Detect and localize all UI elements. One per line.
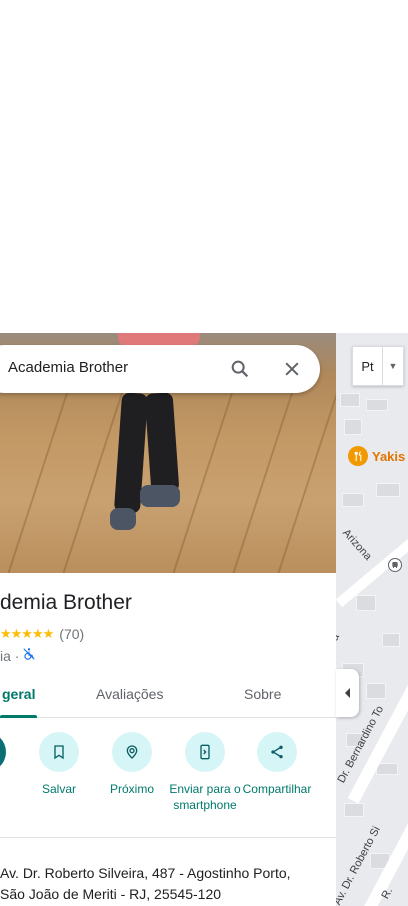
collapse-panel-button[interactable] bbox=[336, 669, 359, 717]
place-tabs: geral Avaliações Sobre bbox=[0, 673, 336, 718]
action-label: Salvar bbox=[41, 782, 76, 796]
street-label: Arizona bbox=[340, 526, 374, 563]
map-block bbox=[382, 633, 400, 647]
map-poi[interactable]: Yakis bbox=[348, 446, 405, 466]
category-row: ia · bbox=[0, 647, 36, 664]
directions-icon bbox=[0, 732, 6, 772]
photo-leg bbox=[144, 392, 180, 494]
review-count[interactable]: (70) bbox=[59, 626, 84, 642]
action-row: s Salvar Próximo Enviar para o smartphon… bbox=[0, 718, 336, 838]
action-label: Enviar para o smartphone bbox=[169, 782, 241, 812]
layers-label: Pt bbox=[353, 347, 383, 385]
nearby-icon bbox=[112, 732, 152, 772]
address-line: Av. Dr. Roberto Silveira, 487 - Agostinh… bbox=[0, 865, 291, 881]
tab-overview[interactable]: geral bbox=[2, 686, 35, 702]
photo-floor-plank bbox=[232, 373, 300, 573]
map-canvas[interactable]: Pt ▼ Yakis Arizona ia Dr. Bernardino To … bbox=[336, 333, 408, 906]
map-block bbox=[344, 419, 362, 435]
map-block bbox=[356, 595, 376, 611]
photo-floor-plank bbox=[277, 373, 336, 573]
save-button[interactable]: Salvar bbox=[19, 732, 99, 797]
map-block bbox=[342, 493, 364, 507]
poi-label: Yakis bbox=[372, 448, 406, 464]
restaurant-icon bbox=[348, 446, 368, 466]
tab-about[interactable]: Sobre bbox=[244, 686, 281, 702]
bus-stop-icon[interactable] bbox=[388, 558, 402, 572]
action-label: Próximo bbox=[109, 782, 154, 796]
map-block bbox=[344, 803, 364, 817]
map-block bbox=[366, 683, 386, 699]
chevron-left-icon bbox=[344, 688, 350, 698]
share-button[interactable]: Compartilhar bbox=[237, 732, 317, 797]
nearby-button[interactable]: Próximo bbox=[92, 732, 172, 797]
photo-shoe bbox=[140, 485, 180, 507]
send-to-phone-button[interactable]: Enviar para o smartphone bbox=[165, 732, 245, 813]
map-layers-button[interactable]: Pt ▼ bbox=[352, 346, 404, 386]
photo-floor-plank bbox=[7, 373, 75, 573]
close-icon[interactable] bbox=[278, 355, 306, 383]
wheelchair-inaccessible-icon bbox=[22, 647, 36, 664]
place-category: ia · bbox=[0, 647, 20, 664]
rating-row[interactable]: ★★★★★ (70) bbox=[0, 626, 84, 642]
chevron-down-icon[interactable]: ▼ bbox=[383, 347, 403, 385]
search-input[interactable]: Academia Brother bbox=[8, 359, 128, 376]
action-label: Compartilhar bbox=[242, 782, 312, 796]
address-line: São João de Meriti - RJ, 25545-120 bbox=[0, 886, 222, 902]
place-panel: demia Brother ★★★★★ (70) ia · geral Aval… bbox=[0, 333, 336, 906]
tab-reviews[interactable]: Avaliações bbox=[96, 686, 163, 702]
photo-floor-plank bbox=[172, 373, 240, 573]
search-box[interactable]: Academia Brother bbox=[0, 345, 320, 393]
bookmark-icon bbox=[39, 732, 79, 772]
photo-shoe bbox=[110, 508, 136, 530]
maps-window: demia Brother ★★★★★ (70) ia · geral Aval… bbox=[0, 0, 408, 906]
rating-stars: ★★★★★ bbox=[0, 626, 54, 641]
search-icon[interactable] bbox=[226, 355, 254, 383]
map-block bbox=[340, 393, 360, 407]
send-to-phone-icon bbox=[185, 732, 225, 772]
map-block bbox=[366, 399, 388, 411]
place-address[interactable]: Av. Dr. Roberto Silveira, 487 - Agostinh… bbox=[0, 863, 291, 905]
map-block bbox=[376, 763, 398, 775]
street-label: ia bbox=[336, 631, 343, 645]
map-block bbox=[376, 483, 400, 497]
place-title: demia Brother bbox=[0, 591, 132, 614]
share-icon bbox=[257, 732, 297, 772]
